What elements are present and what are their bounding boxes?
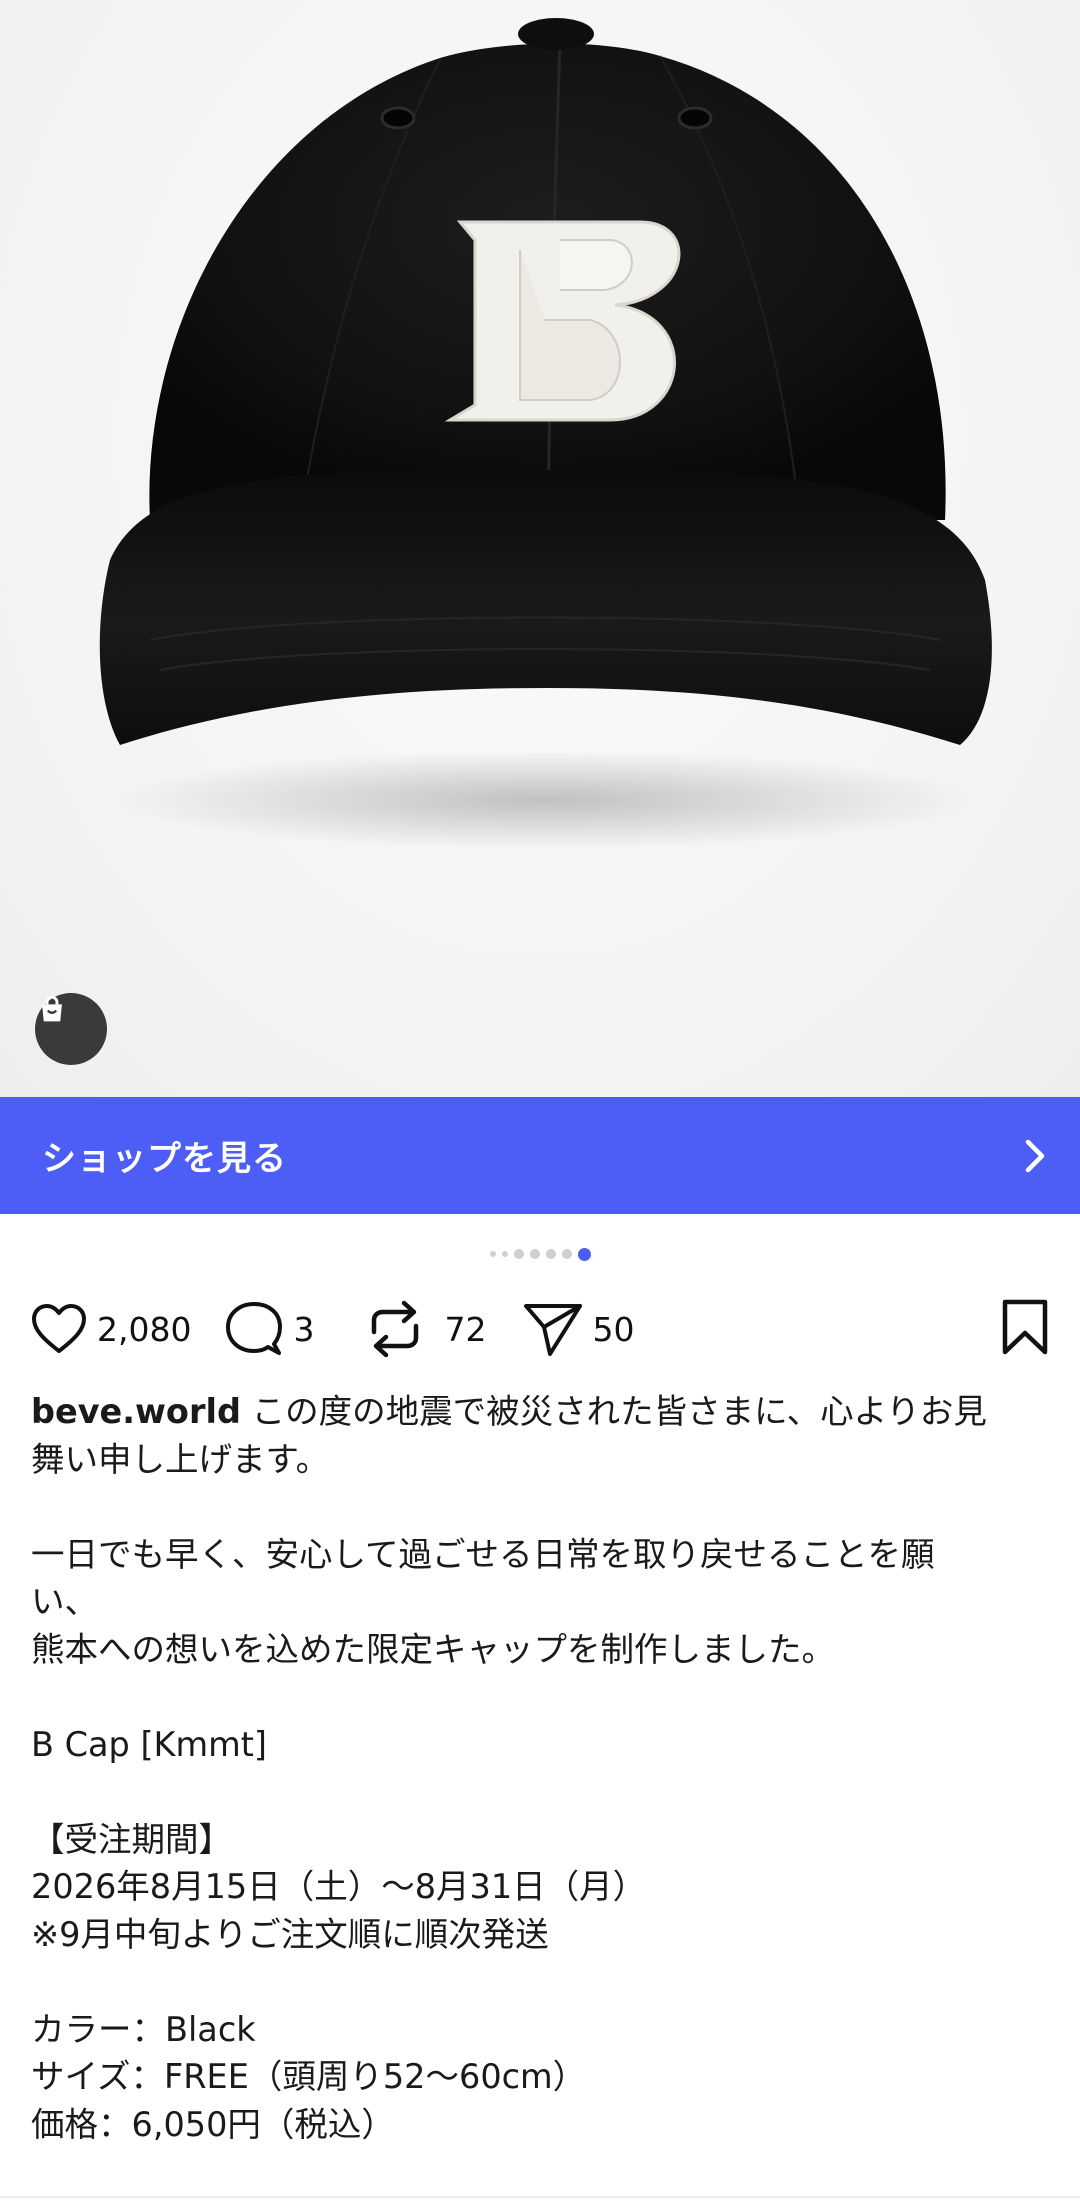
divider	[0, 2196, 1080, 2198]
black-cap-illustration	[99, 18, 992, 850]
share-count: 50	[592, 1309, 635, 1349]
carousel-dot	[561, 1249, 572, 1259]
share-button[interactable]: 50	[522, 1301, 634, 1357]
carousel-dot	[501, 1251, 508, 1257]
like-count: 2,080	[97, 1309, 192, 1349]
bookmark-icon	[1002, 1299, 1048, 1355]
repost-count: 72	[444, 1309, 487, 1349]
repost-icon	[372, 1300, 419, 1358]
comment-count: 3	[293, 1309, 315, 1349]
comment-button[interactable]: 3	[224, 1300, 314, 1358]
view-shop-button[interactable]: ショップを見る	[0, 1097, 1080, 1214]
carousel-dot	[489, 1251, 496, 1257]
carousel-dot	[529, 1249, 540, 1259]
view-shop-label: ショップを見る	[42, 1139, 287, 1179]
carousel-dot	[545, 1249, 556, 1259]
product-photo[interactable]	[0, 0, 1080, 1097]
carousel-dot	[513, 1249, 524, 1259]
post-actions-bar: 2,080 3 72 50	[30, 1298, 1050, 1360]
comment-bubble-icon	[226, 1302, 283, 1355]
b-logo-embroidery	[444, 220, 681, 422]
like-button[interactable]: 2,080	[30, 1302, 191, 1356]
chevron-right-icon	[1025, 1139, 1045, 1172]
repost-button[interactable]: 72	[366, 1298, 486, 1360]
caption-text: この度の地震で被災された皆さまに、心よりお見 舞い申し上げます。 一日でも早く、…	[31, 1392, 987, 2144]
username-link[interactable]: beve.world	[31, 1392, 241, 1431]
send-icon	[524, 1304, 583, 1356]
shopping-bag-icon[interactable]	[35, 993, 107, 1065]
heart-icon	[32, 1304, 86, 1353]
bookmark-button[interactable]	[1000, 1298, 1050, 1360]
carousel-indicator	[0, 1246, 1080, 1262]
carousel-dot-active	[577, 1247, 591, 1261]
post-caption: beve.world この度の地震で被災された皆さまに、心よりお見 舞い申し上げ…	[31, 1388, 1049, 2148]
